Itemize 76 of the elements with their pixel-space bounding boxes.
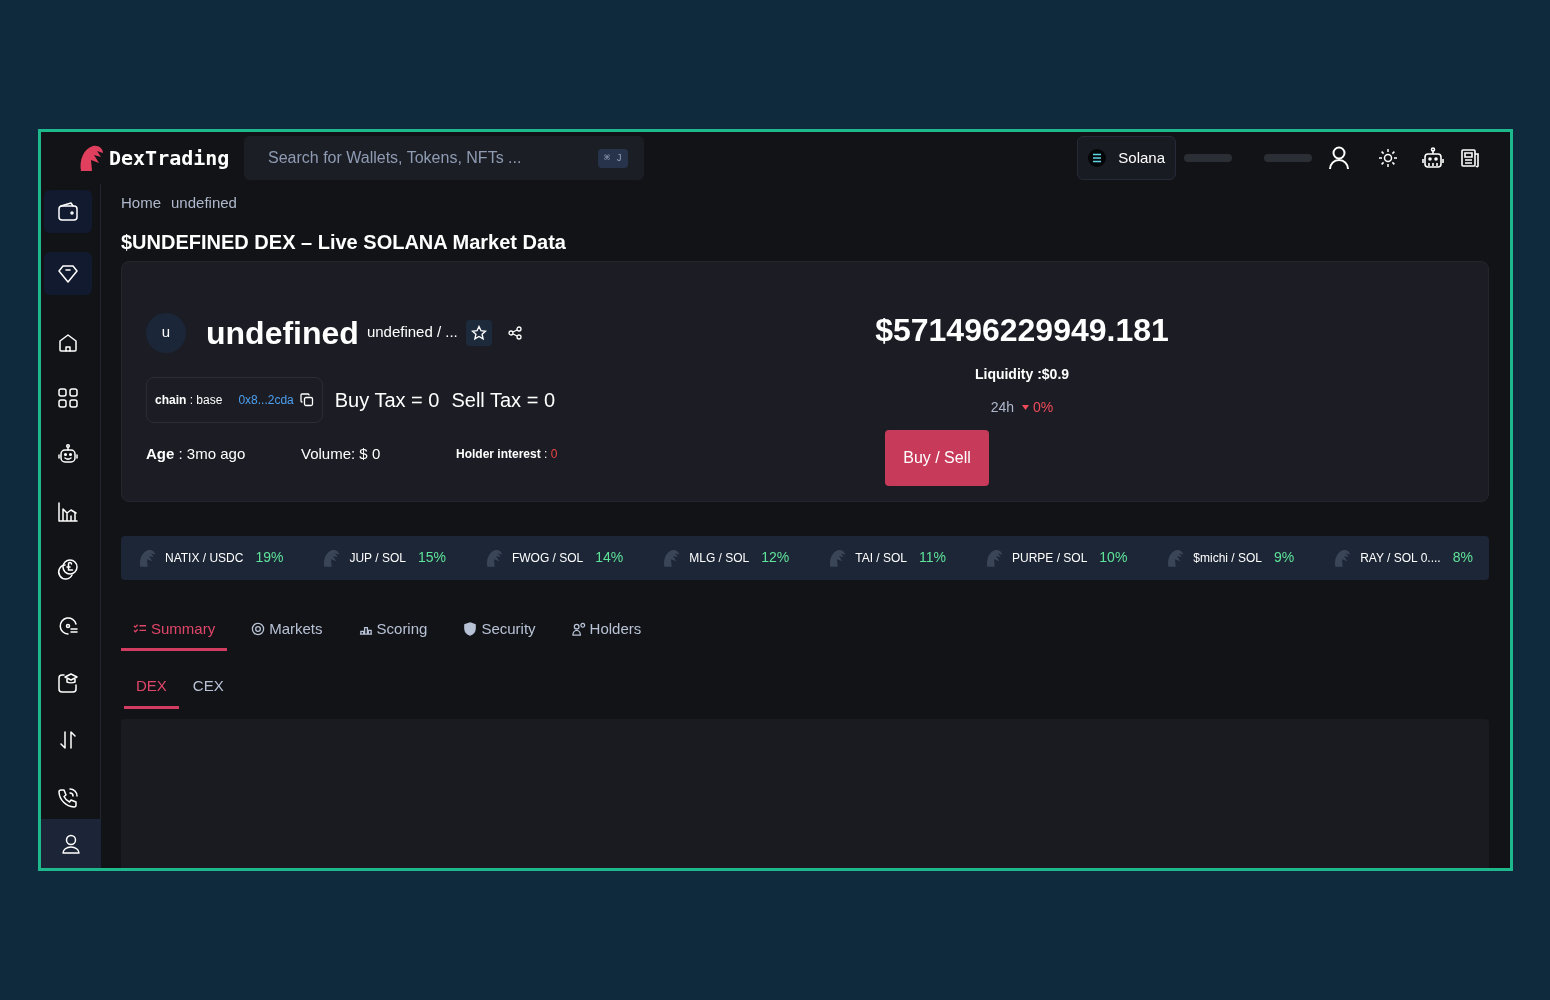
page-title: $UNDEFINED DEX – Live SOLANA Market Data (121, 229, 567, 255)
logo-icon (137, 547, 157, 568)
shield-icon (463, 621, 478, 636)
users-icon (571, 621, 586, 636)
share-icon[interactable] (507, 325, 522, 340)
search-field[interactable]: Search for Wallets, Tokens, NFTs ... ⌘ J (244, 136, 644, 180)
logo-icon (1165, 547, 1186, 568)
chain-label: chain : base (155, 391, 223, 409)
bar-chart-icon (56, 499, 80, 524)
token-price: $571496229949.181 (875, 310, 1169, 350)
ticker-change: 8% (1452, 548, 1473, 567)
contract-address[interactable]: 0x8...2cda (238, 390, 294, 409)
network-icon (1088, 149, 1107, 167)
breadcrumb-link[interactable]: Home (121, 192, 161, 215)
ticker-pair[interactable]: JUP / SOL (349, 548, 406, 567)
ticker-change: 11% (919, 548, 946, 567)
ticker-pair[interactable]: PURPE / SOL (1011, 548, 1088, 567)
token-age: Age : 3mo ago (146, 443, 247, 464)
user-icon[interactable] (1328, 146, 1350, 170)
ticker-pair[interactable]: FWOG / SOL (511, 548, 584, 567)
ticker-change: 12% (761, 548, 790, 567)
phone-icon (56, 785, 80, 810)
sidebar-item[interactable] (41, 819, 101, 868)
tab[interactable]: Security (451, 613, 548, 651)
token-volume: Volume: $ 0 (301, 443, 382, 464)
ticker-pair[interactable]: MLG / SOL (689, 548, 750, 567)
ticker-change: 10% (1099, 548, 1128, 567)
sell-tax: Sell Tax = 0 (451, 387, 556, 413)
logo-icon (1332, 547, 1353, 568)
tab[interactable]: Holders (559, 613, 654, 651)
newspaper-icon[interactable] (1460, 148, 1480, 168)
logo-icon (321, 547, 342, 568)
logo-icon (661, 547, 682, 568)
graduation-cap-icon (56, 671, 80, 696)
breadcrumb-item: undefined (171, 193, 237, 213)
wallet-icon (56, 199, 80, 224)
token-pair: undefined / ... (366, 322, 458, 343)
copy-icon[interactable] (299, 392, 314, 407)
logo-text[interactable]: DexTrading (109, 143, 230, 173)
network-selector[interactable]: Solana (1077, 136, 1176, 180)
tab[interactable]: CEX (180, 675, 236, 709)
pound-coin-icon (56, 556, 80, 581)
shortcut-badge: ⌘ J (597, 148, 628, 168)
logo-icon (827, 547, 848, 568)
sidebar-item[interactable] (44, 190, 92, 234)
tab[interactable]: Summary (121, 613, 228, 651)
home-icon (56, 331, 80, 355)
token-name: undefined (206, 313, 359, 353)
ticker-pair[interactable]: RAY / SOL 0.... (1360, 548, 1441, 567)
sidebar-item[interactable] (44, 252, 92, 296)
down-caret-icon (1022, 404, 1030, 410)
grid-icon (56, 386, 80, 411)
ticker-change: 19% (255, 548, 284, 567)
buy-tax: Buy Tax = 0 (334, 387, 440, 413)
loading-bar (1184, 154, 1232, 162)
robot-icon[interactable] (1422, 147, 1444, 169)
tab[interactable]: DEX (124, 675, 179, 709)
tab[interactable]: Markets (239, 613, 335, 651)
ticker-pair[interactable]: TAI / SOL (855, 548, 908, 567)
liquidity-value: Liquidity :$0.9 (974, 364, 1070, 384)
ticker-change: 15% (417, 548, 446, 567)
price-change: 0% (1033, 397, 1054, 417)
tab[interactable]: Scoring (346, 613, 440, 651)
ticker-change: 9% (1274, 548, 1295, 567)
holder-interest: Holder interest : 0 (456, 445, 558, 463)
star-icon (470, 324, 487, 341)
ticker-pair[interactable]: NATIX / USDC (165, 548, 244, 567)
loading-bar (1264, 154, 1312, 162)
favorite-button[interactable] (465, 319, 492, 346)
buy-sell-button[interactable]: Buy / Sell (885, 429, 989, 486)
period-label: 24h (990, 397, 1015, 417)
ticker-pair[interactable]: $michi / SOL (1193, 548, 1262, 567)
sun-icon[interactable] (1378, 148, 1398, 168)
token-avatar: u (146, 312, 186, 353)
ticker-change: 14% (595, 548, 624, 567)
target-icon (251, 621, 266, 636)
